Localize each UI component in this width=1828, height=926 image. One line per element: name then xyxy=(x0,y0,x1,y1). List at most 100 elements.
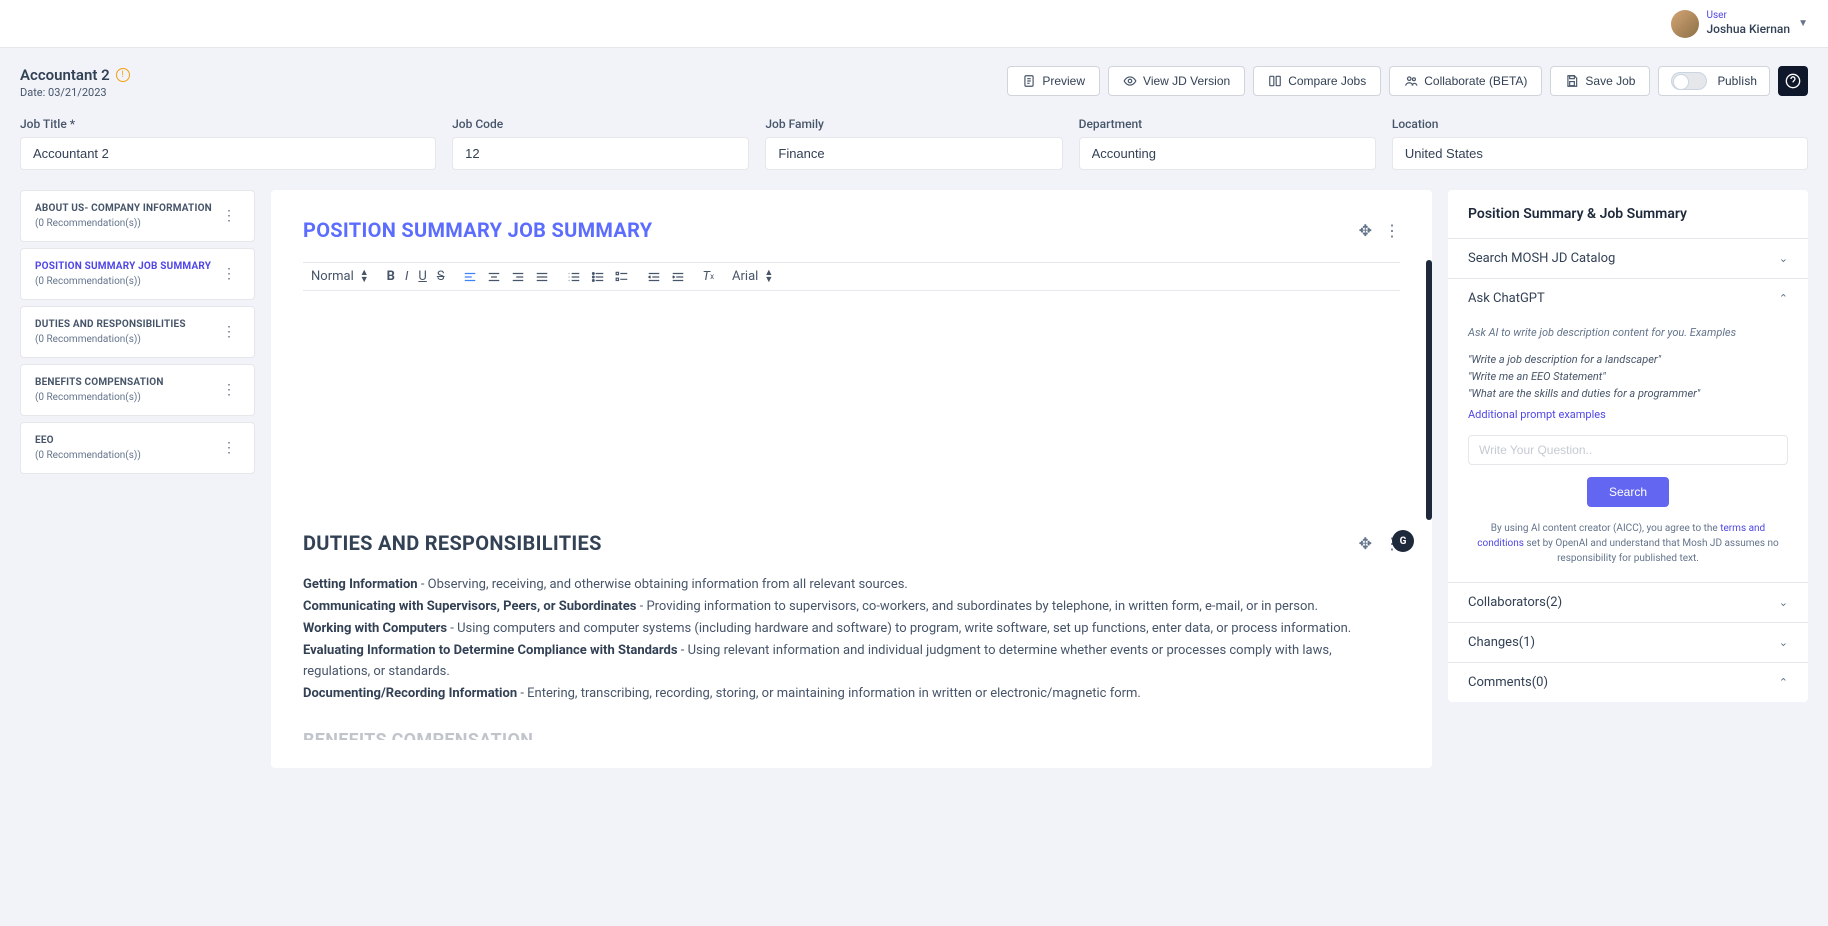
help-icon xyxy=(1785,73,1801,89)
font-select[interactable]: Arial ▲▼ xyxy=(732,269,773,284)
field-location: Location xyxy=(1392,117,1808,170)
more-vertical-icon[interactable]: ⋮ xyxy=(218,266,240,282)
more-vertical-icon[interactable]: ⋮ xyxy=(218,382,240,398)
sidebar-item-about-us[interactable]: ABOUT US- COMPANY INFORMATION (0 Recomme… xyxy=(20,190,255,242)
italic-button[interactable]: I xyxy=(405,269,408,284)
publish-label: Publish xyxy=(1717,74,1757,88)
indent-button[interactable] xyxy=(671,270,685,284)
input-job-title[interactable] xyxy=(20,137,436,170)
sidebar-item-sub: (0 Recommendation(s)) xyxy=(35,218,212,229)
eye-icon xyxy=(1123,74,1137,88)
ask-input[interactable] xyxy=(1468,435,1788,465)
sidebar-item-sub: (0 Recommendation(s)) xyxy=(35,450,141,461)
document-icon xyxy=(1022,74,1036,88)
ask-example-3: "What are the skills and duties for a pr… xyxy=(1468,387,1788,400)
duties-content: Getting Information - Observing, receivi… xyxy=(303,575,1400,704)
chevron-up-icon: ⌃ xyxy=(1779,292,1788,305)
ask-examples-link[interactable]: Additional prompt examples xyxy=(1468,408,1606,421)
right-pane-header: Position Summary & Job Summary xyxy=(1448,190,1808,238)
help-button[interactable] xyxy=(1778,66,1808,96)
input-job-family[interactable] xyxy=(765,137,1062,170)
more-vertical-icon[interactable]: ⋮ xyxy=(1384,221,1400,240)
page-header: Accountant 2 ! Date: 03/21/2023 Preview … xyxy=(0,48,1828,109)
align-center-button[interactable] xyxy=(487,270,501,284)
main-row: ABOUT US- COMPANY INFORMATION (0 Recomme… xyxy=(0,190,1828,788)
page-title-block: Accountant 2 ! Date: 03/21/2023 xyxy=(20,66,130,99)
input-location[interactable] xyxy=(1392,137,1808,170)
page-date: Date: 03/21/2023 xyxy=(20,86,130,99)
underline-button[interactable]: U xyxy=(418,269,426,284)
sidebar-item-label: POSITION SUMMARY JOB SUMMARY xyxy=(35,261,211,272)
clear-format-button[interactable]: Tx xyxy=(703,269,715,284)
more-vertical-icon[interactable]: ⋮ xyxy=(218,208,240,224)
ask-disclaimer: By using AI content creator (AICC), you … xyxy=(1468,521,1788,566)
move-icon[interactable]: ✥ xyxy=(1359,221,1372,240)
right-pane: Position Summary & Job Summary Search MO… xyxy=(1448,190,1808,702)
ordered-list-button[interactable] xyxy=(567,270,581,284)
accordion-head-changes[interactable]: Changes(1) ⌄ xyxy=(1448,623,1808,662)
more-vertical-icon[interactable]: ⋮ xyxy=(218,324,240,340)
save-job-button[interactable]: Save Job xyxy=(1550,66,1650,96)
align-justify-button[interactable] xyxy=(535,270,549,284)
align-left-button[interactable] xyxy=(463,270,477,284)
accordion-comments: Comments(0) ⌃ xyxy=(1448,662,1808,702)
publish-toggle-wrap: Publish xyxy=(1658,66,1770,96)
sidebar-item-duties[interactable]: DUTIES AND RESPONSIBILITIES (0 Recommend… xyxy=(20,306,255,358)
sidebar-item-position-summary[interactable]: POSITION SUMMARY JOB SUMMARY (0 Recommen… xyxy=(20,248,255,300)
editor-body[interactable] xyxy=(303,301,1400,501)
label-department: Department xyxy=(1079,117,1376,131)
header-actions: Preview View JD Version Compare Jobs Col… xyxy=(1007,66,1808,96)
sidebar-item-benefits[interactable]: BENEFITS COMPENSATION (0 Recommendation(… xyxy=(20,364,255,416)
warning-icon[interactable]: ! xyxy=(116,68,130,82)
section-title-position-summary: POSITION SUMMARY JOB SUMMARY xyxy=(303,218,652,242)
sidebar-item-label: BENEFITS COMPENSATION xyxy=(35,377,164,388)
bullet-list-button[interactable] xyxy=(591,270,605,284)
outdent-button[interactable] xyxy=(647,270,661,284)
section-title-benefits: BENEFITS COMPENSATION xyxy=(303,730,1400,740)
input-department[interactable] xyxy=(1079,137,1376,170)
collaborate-button[interactable]: Collaborate (BETA) xyxy=(1389,66,1542,96)
sidebar-item-label: DUTIES AND RESPONSIBILITIES xyxy=(35,319,186,330)
accordion-head-comments[interactable]: Comments(0) ⌃ xyxy=(1448,663,1808,702)
format-select[interactable]: Normal ▲▼ xyxy=(311,269,369,284)
label-job-family: Job Family xyxy=(765,117,1062,131)
accordion-changes: Changes(1) ⌄ xyxy=(1448,622,1808,662)
accordion-head-ask[interactable]: Ask ChatGPT ⌃ xyxy=(1448,279,1808,318)
more-vertical-icon[interactable]: ⋮ xyxy=(218,440,240,456)
ask-example-2: "Write me an EEO Statement" xyxy=(1468,370,1788,383)
compare-jobs-button[interactable]: Compare Jobs xyxy=(1253,66,1381,96)
move-icon[interactable]: ✥ xyxy=(1359,534,1372,553)
bold-button[interactable]: B xyxy=(387,269,395,284)
top-header: User Joshua Kiernan ▼ xyxy=(0,0,1828,48)
input-job-code[interactable] xyxy=(452,137,749,170)
checklist-button[interactable] xyxy=(615,270,629,284)
strike-button[interactable]: S xyxy=(437,269,445,284)
ask-hint: Ask AI to write job description content … xyxy=(1468,326,1788,339)
sidebar-item-label: EEO xyxy=(35,435,141,446)
align-right-button[interactable] xyxy=(511,270,525,284)
sidebar-item-sub: (0 Recommendation(s)) xyxy=(35,392,164,403)
sidebar-item-label: ABOUT US- COMPANY INFORMATION xyxy=(35,203,212,214)
save-icon xyxy=(1565,74,1579,88)
sidebar-item-sub: (0 Recommendation(s)) xyxy=(35,334,186,345)
field-job-code: Job Code xyxy=(452,117,749,170)
publish-toggle[interactable] xyxy=(1671,72,1707,90)
section-title-duties: DUTIES AND RESPONSIBILITIES xyxy=(303,531,602,555)
rich-text-toolbar: Normal ▲▼ B I U S xyxy=(303,262,1400,291)
chevron-down-icon: ⌄ xyxy=(1779,252,1788,265)
label-job-title: Job Title * xyxy=(20,117,436,131)
user-name: Joshua Kiernan xyxy=(1707,22,1791,36)
user-menu[interactable]: User Joshua Kiernan ▼ xyxy=(1671,10,1809,38)
accordion-head-catalog[interactable]: Search MOSH JD Catalog ⌄ xyxy=(1448,239,1808,278)
sidebar-item-eeo[interactable]: EEO (0 Recommendation(s)) ⋮ xyxy=(20,422,255,474)
ask-search-button[interactable]: Search xyxy=(1587,477,1669,507)
grammarly-icon[interactable]: G xyxy=(1392,530,1414,552)
user-role-label: User xyxy=(1707,10,1791,22)
view-jd-button[interactable]: View JD Version xyxy=(1108,66,1245,96)
chevron-up-icon: ⌃ xyxy=(1779,676,1788,689)
compare-icon xyxy=(1268,74,1282,88)
accordion-head-collaborators[interactable]: Collaborators(2) ⌄ xyxy=(1448,583,1808,622)
preview-button[interactable]: Preview xyxy=(1007,66,1100,96)
page-title: Accountant 2 xyxy=(20,66,110,84)
field-department: Department xyxy=(1079,117,1376,170)
